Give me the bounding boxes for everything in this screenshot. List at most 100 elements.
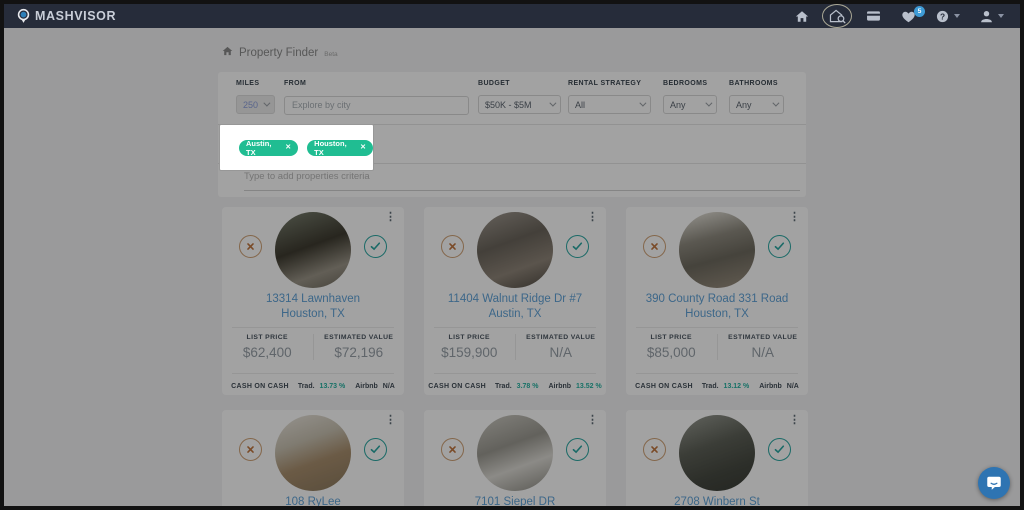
property-address-link[interactable]: 390 County Road 331 Road xyxy=(626,292,808,307)
home-icon[interactable] xyxy=(795,10,809,23)
favorites-count-badge: 5 xyxy=(914,5,925,17)
card-top xyxy=(626,410,808,493)
reject-property-button[interactable] xyxy=(239,235,262,258)
svg-text:?: ? xyxy=(940,11,945,21)
accept-property-button[interactable] xyxy=(364,235,387,258)
property-photo[interactable] xyxy=(679,212,755,288)
airbnb-value: N/A xyxy=(786,383,799,390)
x-icon xyxy=(449,446,456,453)
property-photo[interactable] xyxy=(477,415,553,491)
airbnb-label: Airbnb xyxy=(759,383,782,390)
trad-value: 13.73 % xyxy=(319,383,346,390)
accept-property-button[interactable] xyxy=(566,235,589,258)
property-address-link[interactable]: 13314 Lawnhaven xyxy=(222,292,404,307)
property-photo[interactable] xyxy=(679,415,755,491)
favorites-heart-icon[interactable]: 5 xyxy=(901,5,925,23)
user-caret-icon xyxy=(998,14,1004,18)
top-navbar: MASHVISOR 5 ? xyxy=(4,3,1020,28)
bathrooms-value: Any xyxy=(736,99,752,110)
trad-value: 13.12 % xyxy=(723,383,750,390)
check-icon xyxy=(774,445,785,454)
check-icon xyxy=(370,445,381,454)
bathrooms-select[interactable]: Any xyxy=(729,95,784,114)
breadcrumb-home-icon xyxy=(222,46,233,56)
property-card: ⋮ 108 RyLee Austin, TX LIST PRICE ESTIMA… xyxy=(222,410,404,506)
check-icon xyxy=(572,242,583,251)
accept-property-button[interactable] xyxy=(768,438,791,461)
x-icon xyxy=(651,243,658,250)
trad-value: 3.78 % xyxy=(516,383,539,390)
property-address-link[interactable]: 7101 Siepel DR xyxy=(424,495,606,506)
card-top xyxy=(222,410,404,493)
accept-property-button[interactable] xyxy=(364,438,387,461)
card-top xyxy=(424,207,606,290)
reject-property-button[interactable] xyxy=(643,235,666,258)
accept-property-button[interactable] xyxy=(768,235,791,258)
chevron-down-icon xyxy=(639,99,647,107)
budget-select[interactable]: $50K - $5M xyxy=(478,95,561,114)
reject-property-button[interactable] xyxy=(441,438,464,461)
reject-property-button[interactable] xyxy=(441,235,464,258)
check-icon xyxy=(370,242,381,251)
criteria-input[interactable]: Type to add properties criteria xyxy=(244,171,370,182)
city-tag-label: Houston, TX xyxy=(314,138,347,157)
property-photo[interactable] xyxy=(477,212,553,288)
property-photo[interactable] xyxy=(275,415,351,491)
user-menu-icon[interactable] xyxy=(980,10,1004,23)
city-search-input[interactable] xyxy=(284,95,469,115)
estimated-value-stat: ESTIMATED VALUE N/A xyxy=(514,334,607,360)
bedrooms-filter: BEDROOMS Any xyxy=(663,80,717,114)
price-stats: LIST PRICE $62,400 ESTIMATED VALUE $72,1… xyxy=(222,328,404,368)
property-city-link[interactable]: Houston, TX xyxy=(626,307,808,322)
airbnb-label: Airbnb xyxy=(355,383,378,390)
list-price-label: LIST PRICE xyxy=(448,334,490,341)
reject-property-button[interactable] xyxy=(643,438,666,461)
property-address-link[interactable]: 2708 Winbern St xyxy=(626,495,808,506)
estimated-value-value: N/A xyxy=(549,345,572,360)
price-stats: LIST PRICE $85,000 ESTIMATED VALUE N/A xyxy=(626,328,808,368)
property-address-link[interactable]: 108 RyLee xyxy=(222,495,404,506)
chevron-down-icon xyxy=(705,99,713,107)
billing-card-icon[interactable] xyxy=(866,10,881,22)
property-city-link[interactable]: Houston, TX xyxy=(222,307,404,322)
reject-property-button[interactable] xyxy=(239,438,262,461)
bathrooms-filter: BATHROOMS Any xyxy=(729,80,784,114)
chat-icon xyxy=(987,476,1001,490)
list-price-stat: LIST PRICE $62,400 xyxy=(222,334,313,360)
property-city-link[interactable]: Austin, TX xyxy=(424,307,606,322)
list-price-stat: LIST PRICE $85,000 xyxy=(626,334,717,360)
chevron-down-icon xyxy=(263,99,271,107)
x-icon xyxy=(449,243,456,250)
mashvisor-logo[interactable]: MASHVISOR xyxy=(17,8,116,24)
city-tag-houston[interactable]: Houston, TX ✕ xyxy=(307,138,373,157)
accept-property-button[interactable] xyxy=(566,438,589,461)
remove-tag-icon[interactable]: ✕ xyxy=(285,144,291,151)
cash-on-cash-label: CASH ON CASH xyxy=(428,383,486,390)
trad-label: Trad. xyxy=(701,383,719,390)
remove-tag-icon[interactable]: ✕ xyxy=(360,144,366,151)
property-photo[interactable] xyxy=(275,212,351,288)
chat-launcher-button[interactable] xyxy=(978,467,1010,499)
rental-strategy-select[interactable]: All xyxy=(568,95,651,114)
list-price-stat: LIST PRICE $159,900 xyxy=(424,334,515,360)
x-icon xyxy=(651,446,658,453)
cash-on-cash-label: CASH ON CASH xyxy=(231,383,289,390)
property-address-link[interactable]: 11404 Walnut Ridge Dr #7 xyxy=(424,292,606,307)
budget-filter: BUDGET $50K - $5M xyxy=(478,80,561,114)
page-content: Property Finder Beta MILES 250 FROM BUDG… xyxy=(4,28,1020,506)
property-finder-icon[interactable] xyxy=(822,3,852,28)
screenshot-frame: MASHVISOR 5 ? Property Finder Beta MILES… xyxy=(0,0,1024,510)
list-price-value: $159,900 xyxy=(441,345,498,360)
property-card: ⋮ 7101 Siepel DR Austin, TX LIST PRICE E… xyxy=(424,410,606,506)
miles-select[interactable]: 250 xyxy=(236,95,275,114)
airbnb-label: Airbnb xyxy=(548,383,572,390)
check-icon xyxy=(572,445,583,454)
beta-label: Beta xyxy=(324,51,338,58)
bedrooms-select[interactable]: Any xyxy=(663,95,717,114)
budget-value: $50K - $5M xyxy=(485,99,532,110)
cash-on-cash-row: CASH ON CASH Trad. 13.12 % Airbnb N/A xyxy=(626,374,808,390)
list-price-value: $85,000 xyxy=(646,345,696,360)
help-icon[interactable]: ? xyxy=(936,10,960,23)
city-tag-austin[interactable]: Austin, TX ✕ xyxy=(239,139,299,157)
cash-on-cash-row: CASH ON CASH Trad. 13.73 % Airbnb N/A xyxy=(222,374,404,390)
